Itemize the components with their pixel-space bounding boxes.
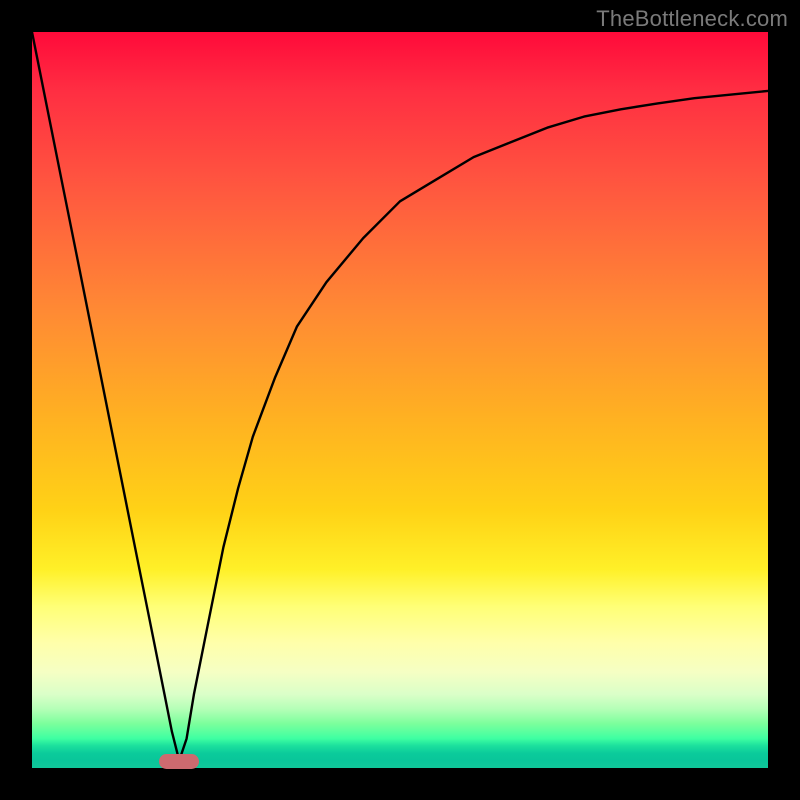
plot-area xyxy=(32,32,768,768)
chart-frame: TheBottleneck.com xyxy=(0,0,800,800)
watermark-text: TheBottleneck.com xyxy=(596,6,788,32)
optimal-point-marker xyxy=(159,754,199,769)
bottleneck-curve xyxy=(32,32,768,768)
